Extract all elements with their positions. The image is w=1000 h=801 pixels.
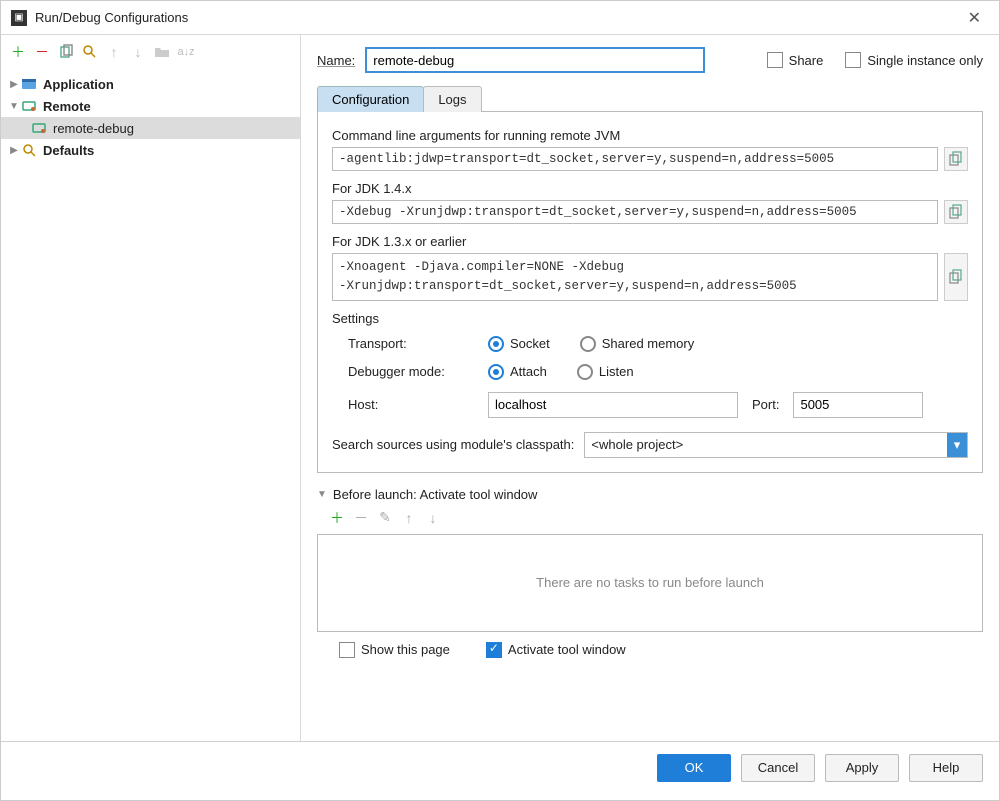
share-checkbox[interactable]: [767, 52, 783, 68]
name-input[interactable]: [365, 47, 705, 73]
copy-icon[interactable]: [944, 253, 968, 301]
jdk14-label: For JDK 1.4.x: [332, 181, 968, 196]
share-label: Share: [789, 53, 824, 68]
chevron-right-icon: ▶: [7, 79, 21, 90]
move-up-icon[interactable]: ↑: [103, 41, 125, 63]
single-instance-label: Single instance only: [867, 53, 983, 68]
tree-label: Defaults: [39, 143, 94, 158]
copy-icon[interactable]: [944, 200, 968, 224]
config-tree: ▶ Application ▼ Remote remote-debug: [1, 69, 300, 741]
tree-label: remote-debug: [49, 121, 134, 136]
dialog-footer: OK Cancel Apply Help: [1, 741, 999, 793]
radio-label: Listen: [599, 364, 634, 379]
move-down-icon[interactable]: ↓: [423, 508, 443, 528]
defaults-icon: [21, 142, 39, 158]
name-label: Name:: [317, 53, 355, 68]
settings-title: Settings: [332, 311, 968, 326]
add-icon[interactable]: ＋: [7, 41, 29, 63]
move-down-icon[interactable]: ↓: [127, 41, 149, 63]
jdk14-field[interactable]: -Xdebug -Xrunjdwp:transport=dt_socket,se…: [332, 200, 938, 224]
chevron-right-icon: ▶: [7, 145, 21, 156]
copy-icon[interactable]: [55, 41, 77, 63]
add-task-icon[interactable]: ＋: [327, 508, 347, 528]
before-launch-list: There are no tasks to run before launch: [317, 534, 983, 632]
select-value: <whole project>: [591, 437, 683, 452]
tab-configuration[interactable]: Configuration: [317, 86, 424, 112]
window-title: Run/Debug Configurations: [35, 10, 960, 25]
app-icon: ▣: [11, 10, 27, 26]
transport-shared-radio[interactable]: [580, 336, 596, 352]
tree-label: Remote: [39, 99, 91, 114]
tree-node-defaults[interactable]: ▶ Defaults: [1, 139, 300, 161]
radio-label: Attach: [510, 364, 547, 379]
configuration-panel: Command line arguments for running remot…: [317, 112, 983, 473]
main-panel: Name: Share Single instance only Configu…: [301, 35, 999, 741]
before-launch-title: Before launch: Activate tool window: [333, 487, 538, 502]
jdk13-label: For JDK 1.3.x or earlier: [332, 234, 968, 249]
module-classpath-select[interactable]: <whole project> ▾: [584, 432, 968, 458]
sort-icon[interactable]: a↓z: [175, 41, 197, 63]
remove-icon[interactable]: －: [31, 41, 53, 63]
debugger-attach-radio[interactable]: [488, 364, 504, 380]
host-label: Host:: [348, 397, 488, 412]
tree-node-remote-debug[interactable]: remote-debug: [1, 117, 300, 139]
remote-icon: [21, 99, 39, 113]
remote-icon: [31, 121, 49, 135]
tabs: Configuration Logs: [317, 85, 983, 112]
cmd-args-label: Command line arguments for running remot…: [332, 128, 968, 143]
single-instance-checkbox[interactable]: [845, 52, 861, 68]
folder-icon[interactable]: [151, 41, 173, 63]
debugger-mode-label: Debugger mode:: [348, 364, 488, 379]
cmd-args-field[interactable]: -agentlib:jdwp=transport=dt_socket,serve…: [332, 147, 938, 171]
transport-socket-radio[interactable]: [488, 336, 504, 352]
chevron-down-icon: ▼: [7, 101, 21, 112]
help-button[interactable]: Help: [909, 754, 983, 782]
sidebar-toolbar: ＋ － ↑ ↓ a↓z: [1, 35, 300, 69]
show-page-checkbox[interactable]: [339, 642, 355, 658]
cancel-button[interactable]: Cancel: [741, 754, 815, 782]
search-sources-label: Search sources using module's classpath:: [332, 437, 574, 452]
jdk13-field[interactable]: -Xnoagent -Djava.compiler=NONE -Xdebug -…: [332, 253, 938, 301]
move-up-icon[interactable]: ↑: [399, 508, 419, 528]
apply-button[interactable]: Apply: [825, 754, 899, 782]
activate-tool-window-checkbox[interactable]: [486, 642, 502, 658]
application-icon: [21, 77, 39, 91]
close-icon[interactable]: ✕: [960, 4, 989, 32]
sidebar: ＋ － ↑ ↓ a↓z ▶ Application: [1, 35, 301, 741]
copy-icon[interactable]: [944, 147, 968, 171]
edit-task-icon[interactable]: ✎: [375, 508, 395, 528]
edit-defaults-icon[interactable]: [79, 41, 101, 63]
tree-node-application[interactable]: ▶ Application: [1, 73, 300, 95]
host-input[interactable]: [488, 392, 738, 418]
debugger-listen-radio[interactable]: [577, 364, 593, 380]
remove-task-icon[interactable]: －: [351, 508, 371, 528]
activate-tool-window-label: Activate tool window: [508, 642, 626, 657]
before-launch-section: ▼ Before launch: Activate tool window ＋ …: [317, 487, 983, 658]
show-page-label: Show this page: [361, 642, 450, 657]
transport-label: Transport:: [348, 336, 488, 351]
chevron-down-icon: ▼: [317, 489, 327, 500]
ok-button[interactable]: OK: [657, 754, 731, 782]
port-input[interactable]: [793, 392, 923, 418]
tab-logs[interactable]: Logs: [423, 86, 481, 112]
radio-label: Shared memory: [602, 336, 694, 351]
tree-label: Application: [39, 77, 114, 92]
radio-label: Socket: [510, 336, 550, 351]
titlebar: ▣ Run/Debug Configurations ✕: [1, 1, 999, 35]
chevron-down-icon: ▾: [947, 433, 967, 457]
tree-node-remote[interactable]: ▼ Remote: [1, 95, 300, 117]
port-label: Port:: [752, 397, 779, 412]
empty-tasks-text: There are no tasks to run before launch: [536, 575, 764, 590]
before-launch-header[interactable]: ▼ Before launch: Activate tool window: [317, 487, 983, 502]
